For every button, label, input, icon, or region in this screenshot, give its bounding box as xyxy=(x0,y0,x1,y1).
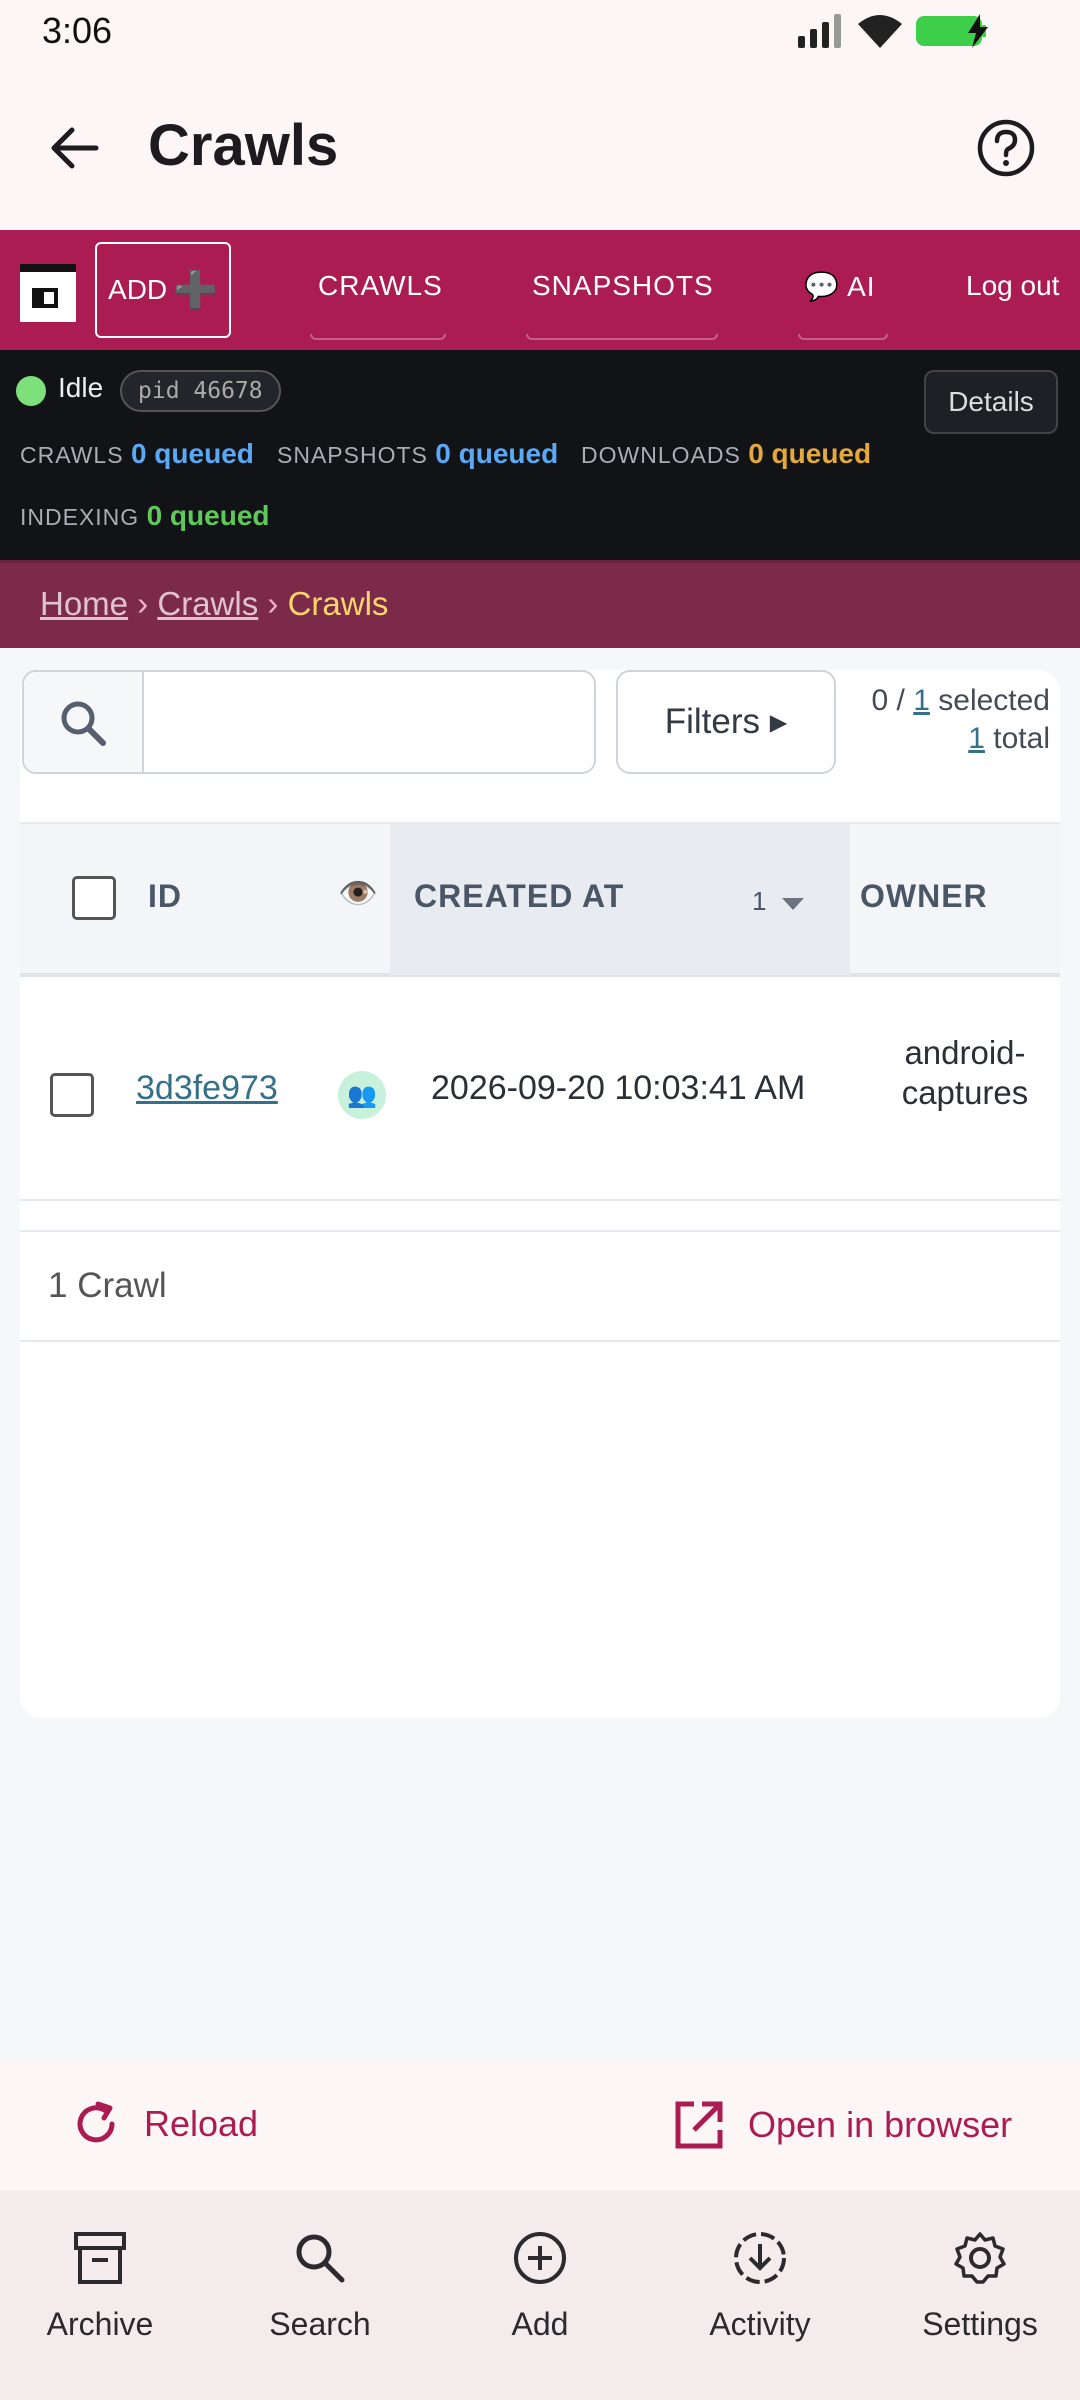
search-box[interactable] xyxy=(22,670,596,774)
browser-action-bar: Reload Open in browser xyxy=(0,2062,1080,2190)
search-icon-container[interactable] xyxy=(24,672,144,772)
open-external-icon xyxy=(675,2101,723,2149)
add-circle-icon xyxy=(514,2232,566,2284)
queue-indexing: INDEXING 0 queued xyxy=(20,500,270,531)
tab-search[interactable]: Search xyxy=(220,2230,420,2343)
help-icon[interactable] xyxy=(976,118,1036,178)
orchestrator-status-panel: Idle pid 46678 Details CRAWLS 0 queued S… xyxy=(0,350,1080,560)
breadcrumb-separator: › xyxy=(137,585,149,622)
result-count: 1 Crawl xyxy=(48,1266,167,1305)
site-header: ADD ➕ CRAWLS SNAPSHOTS 💬 AI Log out xyxy=(0,230,1080,350)
wifi-icon xyxy=(858,15,902,48)
plus-icon: ➕ xyxy=(173,269,218,310)
breadcrumb-current: Crawls xyxy=(287,585,389,622)
nav-underline xyxy=(526,334,718,340)
queue-crawls: CRAWLS 0 queued xyxy=(20,438,254,469)
column-id[interactable]: ID xyxy=(148,878,182,915)
logout-link[interactable]: Log out xyxy=(966,270,1059,302)
back-arrow-icon[interactable] xyxy=(46,120,102,176)
crawl-id-link[interactable]: 3d3fe973 xyxy=(136,1069,278,1108)
bottom-navigation: Archive Search Add Activity Settings xyxy=(0,2190,1080,2400)
reload-button[interactable]: Reload xyxy=(72,2100,258,2148)
clock: 3:06 xyxy=(42,10,113,51)
shared-users-icon: 👥 xyxy=(338,1071,386,1119)
tab-settings[interactable]: Settings xyxy=(880,2230,1080,2343)
nav-snapshots[interactable]: SNAPSHOTS xyxy=(532,270,714,302)
add-button[interactable]: ADD ➕ xyxy=(95,242,231,338)
select-all-link[interactable]: 1 xyxy=(913,684,930,717)
nav-ai[interactable]: 💬 AI xyxy=(804,270,876,303)
app-bar: Crawls xyxy=(0,62,1080,230)
details-button[interactable]: Details xyxy=(924,370,1058,434)
breadcrumb-crawls[interactable]: Crawls xyxy=(157,585,258,622)
sort-descending-icon[interactable] xyxy=(780,896,806,912)
orchestrator-state: Idle xyxy=(58,372,104,403)
tab-activity[interactable]: Activity xyxy=(660,2230,860,2343)
status-dot-icon xyxy=(16,376,46,406)
page-title: Crawls xyxy=(148,113,339,178)
tab-add[interactable]: Add xyxy=(440,2230,640,2343)
status-icons xyxy=(798,14,998,48)
tab-archive[interactable]: Archive xyxy=(0,2230,200,2343)
download-progress-icon xyxy=(734,2232,786,2284)
row-checkbox[interactable] xyxy=(50,1073,94,1117)
column-created-at[interactable]: CREATED AT xyxy=(414,878,624,915)
sort-priority: 1 xyxy=(752,886,767,916)
pid-badge: pid 46678 xyxy=(120,370,281,412)
queue-downloads: DOWNLOADS 0 queued xyxy=(581,438,872,469)
gear-icon xyxy=(954,2232,1006,2284)
result-count-row: 1 Crawl xyxy=(20,1230,1060,1342)
created-at-cell: 2026-09-20 10:03:41 AM xyxy=(431,1069,806,1107)
changelist-card: Filters ▸ 0 / 1 selected 1 total ID 👁️ C… xyxy=(20,670,1060,1718)
select-all-checkbox[interactable] xyxy=(72,876,116,920)
column-owner[interactable]: OWNER xyxy=(860,878,988,915)
selection-info: 0 / 1 selected 1 total xyxy=(871,684,1050,755)
search-icon xyxy=(61,701,106,746)
status-bar: 3:06 xyxy=(0,0,1080,62)
queue-snapshots: SNAPSHOTS 0 queued xyxy=(277,438,559,469)
nav-underline xyxy=(798,334,888,340)
nav-crawls[interactable]: CRAWLS xyxy=(318,270,443,302)
signal-icon xyxy=(798,14,841,48)
table-header: ID 👁️ CREATED AT 1 OWNER xyxy=(20,822,1060,977)
archive-box-icon xyxy=(74,2232,126,2284)
add-label: ADD xyxy=(108,274,168,305)
open-in-browser-button[interactable]: Open in browser xyxy=(674,2100,1012,2150)
breadcrumb-bar: Home › Crawls › Crawls xyxy=(0,560,1080,648)
filters-button[interactable]: Filters ▸ xyxy=(616,670,836,774)
table-row: 3d3fe973 👥 2026-09-20 10:03:41 AM androi… xyxy=(20,981,1060,1201)
archive-logo-icon[interactable] xyxy=(20,264,76,322)
total-link[interactable]: 1 xyxy=(968,722,985,755)
breadcrumb-separator: › xyxy=(267,585,279,622)
breadcrumb: Home › Crawls › Crawls xyxy=(40,585,388,623)
search-icon xyxy=(296,2234,345,2283)
breadcrumb-home[interactable]: Home xyxy=(40,585,128,622)
nav-underline xyxy=(310,334,446,340)
battery-icon xyxy=(916,14,988,48)
owner-cell: android- captures xyxy=(901,1034,1029,1111)
eye-icon: 👁️ xyxy=(338,875,378,911)
reload-icon xyxy=(77,2101,115,2143)
